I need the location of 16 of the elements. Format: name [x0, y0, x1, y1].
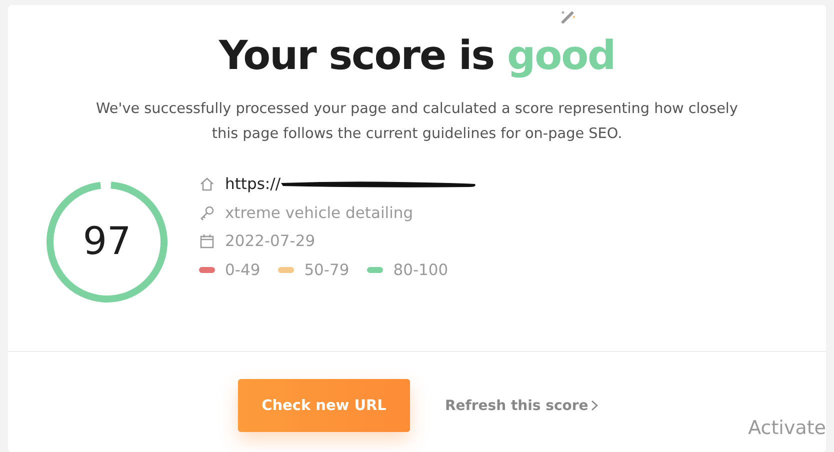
calendar-icon [199, 233, 215, 250]
legend-label: 80-100 [393, 260, 448, 278]
legend-label: 50-79 [304, 260, 350, 278]
activation-notice: Activate [748, 417, 826, 439]
focus-keyword: xtreme vehicle detailing [225, 204, 414, 222]
page-url: https:// [225, 175, 281, 194]
chevron-right-icon [591, 400, 598, 411]
refresh-link[interactable]: Refresh this score [445, 398, 598, 414]
score-value: 97 [82, 218, 132, 264]
scan-date: 2022-07-29 [225, 232, 316, 250]
score-heading: Your score is good [218, 33, 616, 79]
legend-label: 0-49 [225, 260, 260, 278]
home-icon [199, 176, 215, 192]
key-icon [199, 204, 215, 221]
description: We've successfully processed your page and calculated a score representing how closely this page follows the current guidelines for on-page SEO. [95, 100, 739, 144]
check-url-button[interactable]: Check new URL [238, 379, 410, 432]
